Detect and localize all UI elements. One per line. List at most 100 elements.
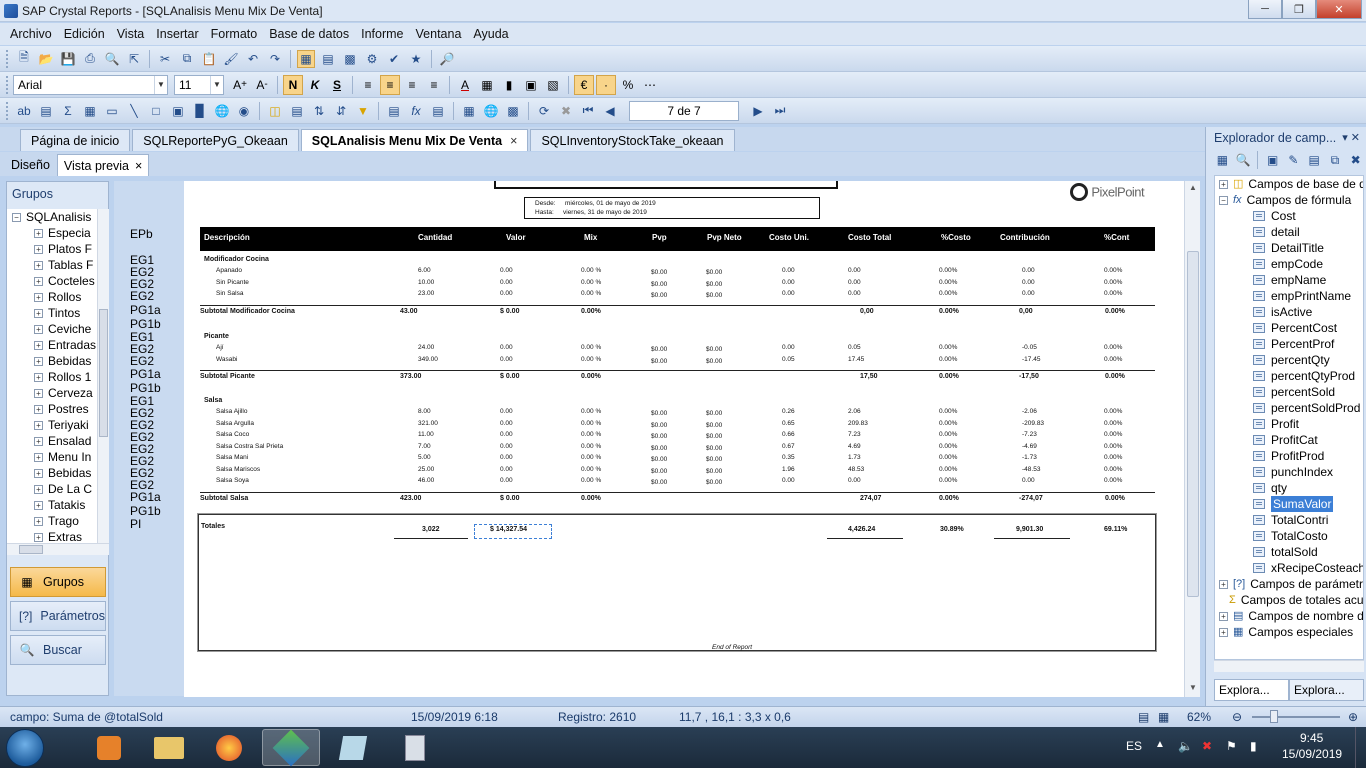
menu-ayuda[interactable]: Ayuda <box>467 27 514 41</box>
menu-formato[interactable]: Formato <box>205 27 264 41</box>
menu-vista[interactable]: Vista <box>111 27 151 41</box>
field-tree-item[interactable]: + [?] Campos de parámetro <box>1215 576 1363 592</box>
find-icon[interactable]: 🔎 <box>438 50 456 68</box>
tab-home[interactable]: Página de inicio <box>20 129 131 151</box>
network-icon[interactable]: ✖ <box>1202 739 1212 753</box>
formula-field-item[interactable]: isActive <box>1215 304 1363 320</box>
collapse-icon[interactable]: − <box>1219 195 1228 205</box>
favorites-icon[interactable]: ★ <box>407 50 425 68</box>
select-expert-icon[interactable]: ▦ <box>460 102 478 120</box>
group-tree-item[interactable]: + Ceviche <box>7 321 97 337</box>
justify-icon[interactable]: ≡ <box>424 75 444 95</box>
group-expert-icon[interactable]: ▤ <box>288 102 306 120</box>
font-combo[interactable]: Arial ▼ <box>13 74 168 95</box>
group-strip-label[interactable]: PG1a <box>130 303 161 317</box>
underline-icon[interactable]: S <box>327 75 347 95</box>
explorer-pin-close[interactable]: ▾ ✕ <box>1342 127 1360 149</box>
expand-icon[interactable]: + <box>34 228 43 238</box>
expand-icon[interactable]: + <box>34 276 43 286</box>
group-tree-scrollbar[interactable] <box>97 209 109 543</box>
volume-icon[interactable]: 🔈 <box>1178 739 1193 753</box>
expand-icon[interactable]: + <box>34 516 43 526</box>
template-icon[interactable]: ▤ <box>429 102 447 120</box>
expand-icon[interactable]: + <box>34 452 43 462</box>
parameters-button[interactable]: [?] Parámetros <box>10 601 106 631</box>
zoom-in-icon[interactable]: ⊕ <box>1348 710 1358 724</box>
formula-field-item[interactable]: empName <box>1215 272 1363 288</box>
field-tree-hscrollbar[interactable] <box>1214 660 1364 672</box>
menu-base-de-datos[interactable]: Base de datos <box>263 27 355 41</box>
formula-icon[interactable]: fx <box>407 102 425 120</box>
expand-icon[interactable]: + <box>34 356 43 366</box>
formula-field-item[interactable]: Cost <box>1215 208 1363 224</box>
export-icon[interactable]: ⇱ <box>125 50 143 68</box>
database-icon[interactable]: ◫ <box>266 102 284 120</box>
report-explorer-icon[interactable]: ▤ <box>319 50 337 68</box>
group-tree-hscrollbar[interactable] <box>7 543 109 555</box>
field-tree-item[interactable]: Σ Campos de totales acu <box>1215 592 1363 608</box>
tree-root[interactable]: − SQLAnalisis <box>7 209 97 225</box>
tab-report-explorer[interactable]: Explora... <box>1289 679 1364 701</box>
group-tree-item[interactable]: + Tintos <box>7 305 97 321</box>
expand-icon[interactable]: + <box>34 532 43 542</box>
group-icon[interactable]: ▤ <box>37 102 55 120</box>
dependency-icon[interactable]: ⚙ <box>363 50 381 68</box>
formula-field-item[interactable]: Profit <box>1215 416 1363 432</box>
tray-expand-icon[interactable]: ▲ <box>1155 739 1165 750</box>
page-indicator[interactable]: 7 de 7 <box>629 100 739 121</box>
formula-field-item[interactable]: TotalCosto <box>1215 528 1363 544</box>
clock-date[interactable]: 15/09/2019 <box>1282 747 1342 761</box>
chevron-down-icon[interactable]: ▼ <box>210 75 223 94</box>
edit-field-icon[interactable]: ✎ <box>1285 151 1302 169</box>
expand-icon[interactable]: + <box>34 468 43 478</box>
expand-icon[interactable]: + <box>34 340 43 350</box>
group-tree-item[interactable]: + Cocteles <box>7 273 97 289</box>
formula-field-item[interactable]: empCode <box>1215 256 1363 272</box>
lock-format-icon[interactable]: ▣ <box>521 75 541 95</box>
expand-icon[interactable]: + <box>1219 627 1228 637</box>
last-page-icon[interactable]: ⏭ <box>771 102 789 120</box>
group-tree-item[interactable]: + De La C <box>7 481 97 497</box>
show-desktop-button[interactable] <box>1355 727 1366 768</box>
group-tree-item[interactable]: + Tatakis <box>7 497 97 513</box>
group-tree-item[interactable]: + Ensalad <box>7 433 97 449</box>
open-icon[interactable]: 📂 <box>37 50 55 68</box>
undo-icon[interactable]: ↶ <box>244 50 262 68</box>
expand-icon[interactable]: + <box>1219 579 1228 589</box>
insert-to-report-icon[interactable]: ▦ <box>1214 151 1231 169</box>
expand-icon[interactable]: + <box>34 260 43 270</box>
formula-field-item[interactable]: detail <box>1215 224 1363 240</box>
collapse-icon[interactable]: − <box>12 212 21 222</box>
text-object-icon[interactable]: ab <box>15 102 33 120</box>
formula-field-item[interactable]: percentSoldProd <box>1215 400 1363 416</box>
close-icon[interactable]: × <box>135 159 142 173</box>
tab-design[interactable]: Diseño <box>4 154 57 176</box>
group-strip-label[interactable]: PI <box>130 517 141 531</box>
formula-field-item[interactable]: DetailTitle <box>1215 240 1363 256</box>
group-strip-label[interactable]: PG1a <box>130 367 161 381</box>
highlight-icon[interactable]: ▩ <box>504 102 522 120</box>
tab-field-explorer[interactable]: Explora... <box>1214 679 1289 701</box>
menu-archivo[interactable]: Archivo <box>4 27 58 41</box>
scroll-thumb[interactable] <box>1187 251 1199 597</box>
group-tree-item[interactable]: + Trago <box>7 513 97 529</box>
close-button[interactable]: ✕ <box>1316 0 1362 19</box>
group-tree-item[interactable]: + Platos F <box>7 241 97 257</box>
language-indicator[interactable]: ES <box>1126 739 1142 753</box>
group-tree-item[interactable]: + Cerveza <box>7 385 97 401</box>
sort-desc-icon[interactable]: ⇵ <box>332 102 350 120</box>
formula-field-item[interactable]: percentSold <box>1215 384 1363 400</box>
first-page-icon[interactable]: ⏮ <box>579 102 597 120</box>
map-icon[interactable]: 🌐 <box>213 102 231 120</box>
formula-field-item[interactable]: empPrintName <box>1215 288 1363 304</box>
formula-field-item[interactable]: PercentProf <box>1215 336 1363 352</box>
page-view-icon[interactable]: ▤ <box>1138 710 1149 724</box>
expand-icon[interactable]: + <box>34 308 43 318</box>
group-strip-label[interactable]: PG1b <box>130 381 161 395</box>
group-tree-item[interactable]: + Bebidas <box>7 465 97 481</box>
expand-icon[interactable]: + <box>34 372 43 382</box>
lock-size-icon[interactable]: ▧ <box>543 75 563 95</box>
zoom-slider[interactable] <box>1252 716 1340 718</box>
field-tree-item[interactable]: + ◫ Campos de base de da <box>1215 176 1363 192</box>
grow-font-icon[interactable]: A + <box>230 75 250 95</box>
